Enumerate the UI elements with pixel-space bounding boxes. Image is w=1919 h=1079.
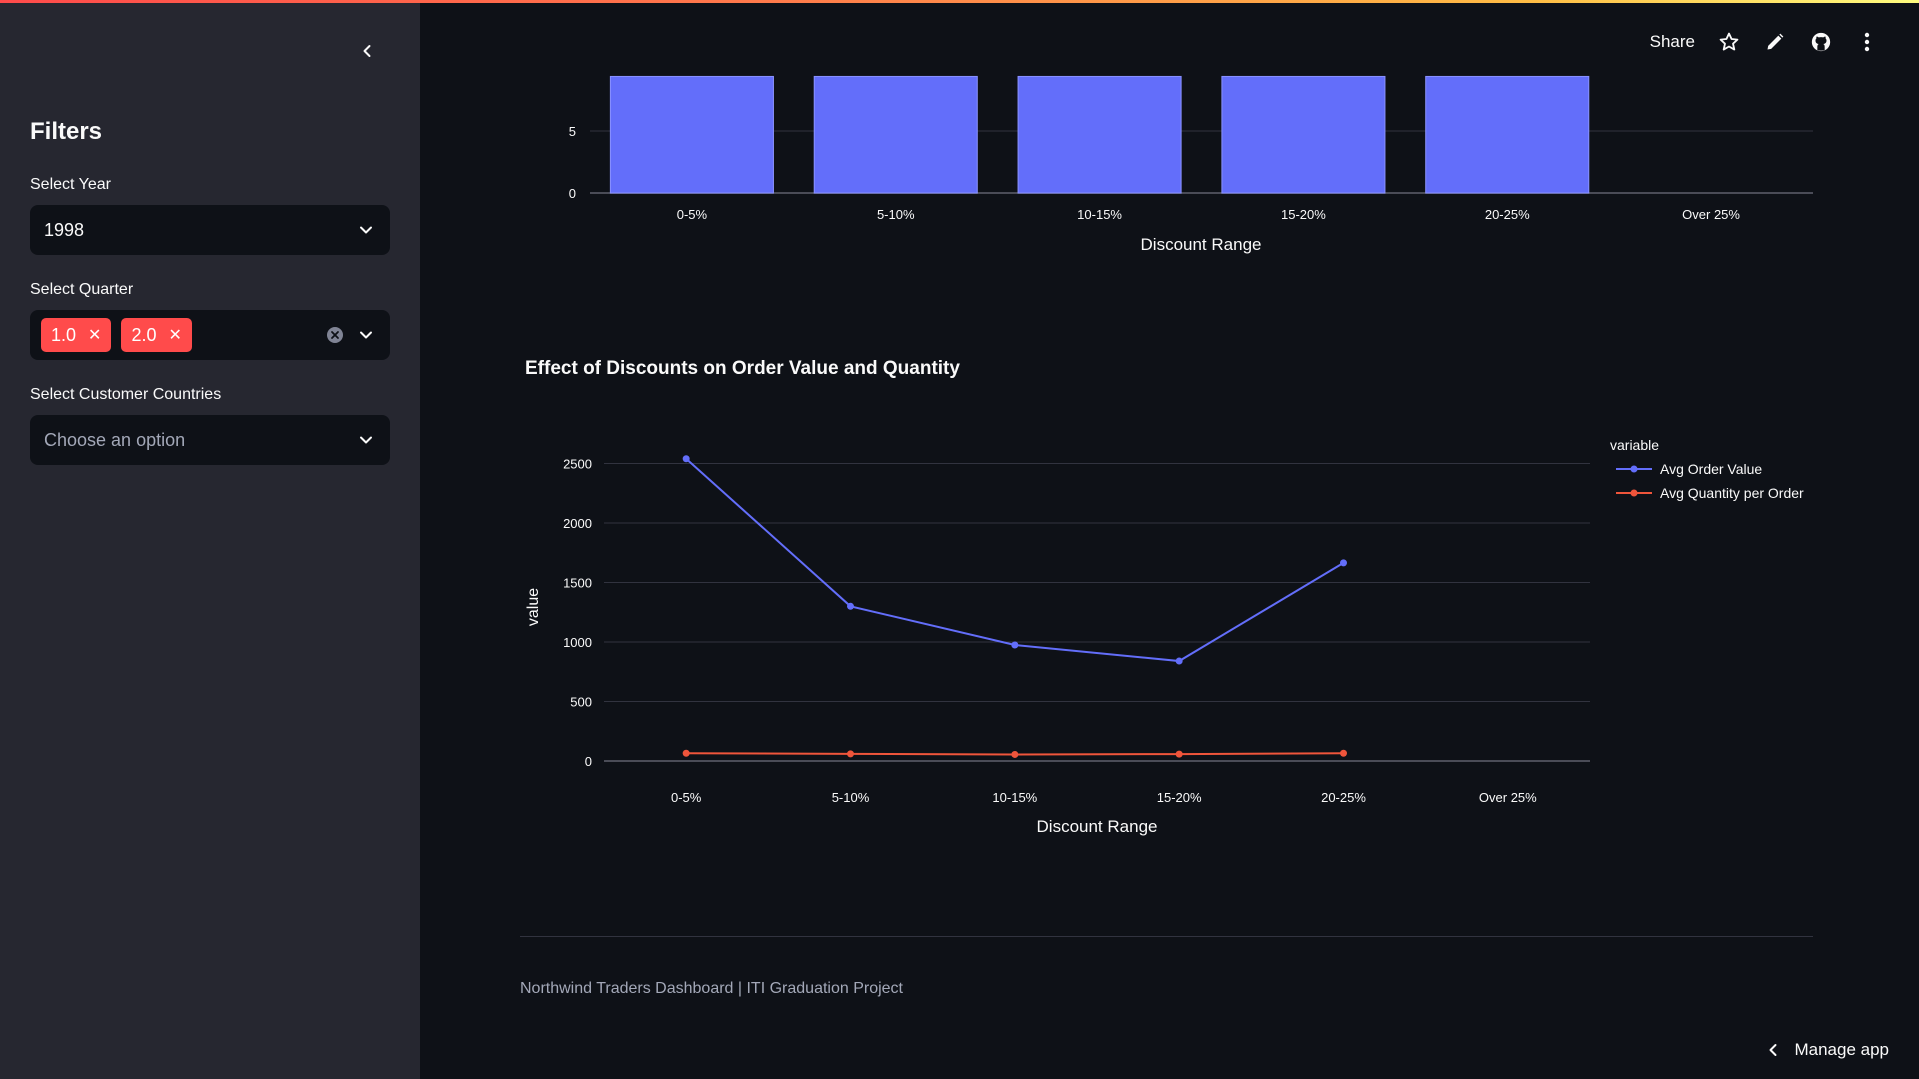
bar[interactable] xyxy=(609,75,774,194)
chevron-down-icon xyxy=(356,220,376,240)
remove-tag-icon[interactable]: ✕ xyxy=(88,325,101,345)
bar-chart: 0 5 0-5% 5-10% 10-15% 15-20% 20-25% Over 25% Di… xyxy=(569,75,1813,254)
bar[interactable] xyxy=(1221,75,1386,194)
line-xtick: 10-15% xyxy=(992,790,1037,805)
bar[interactable] xyxy=(1425,75,1590,194)
bar-xtick: 20-25% xyxy=(1485,207,1530,222)
line-xtick: 0-5% xyxy=(671,790,702,805)
countries-placeholder: Choose an option xyxy=(44,429,186,450)
series-line xyxy=(685,457,1345,663)
year-select[interactable]: 1998 xyxy=(30,205,390,255)
bar[interactable] xyxy=(813,75,978,194)
bar-xtick: Over 25% xyxy=(1682,207,1740,222)
share-button[interactable]: Share xyxy=(1650,32,1695,52)
chevron-down-icon xyxy=(356,430,376,450)
line-ytick: 1000 xyxy=(563,635,592,650)
github-icon[interactable] xyxy=(1809,30,1833,54)
quarter-label: Select Quarter xyxy=(30,281,134,298)
legend-swatch-point xyxy=(1630,489,1638,497)
bar-xtick: 15-20% xyxy=(1281,207,1326,222)
line-xtick: 20-25% xyxy=(1321,790,1366,805)
countries-select[interactable]: Choose an option xyxy=(30,415,390,465)
footer-text: Northwind Traders Dashboard | ITI Gradua… xyxy=(520,980,903,997)
manage-app-button[interactable]: Manage app xyxy=(1766,1040,1889,1060)
chart-legend: variable Avg Order Value Avg Quantity per… xyxy=(1610,437,1804,501)
legend-swatch-point xyxy=(1630,465,1638,473)
quarter-tag-label: 2.0 xyxy=(131,324,157,345)
line-chart-ylabel: value xyxy=(525,588,542,626)
line-chart-xlabel: Discount Range xyxy=(1037,817,1158,836)
bar-ytick: 0 xyxy=(569,186,576,201)
countries-label: Select Customer Countries xyxy=(30,386,222,403)
line-xtick: 15-20% xyxy=(1157,790,1202,805)
bar-xtick: 5-10% xyxy=(877,207,915,222)
line-ytick: 1500 xyxy=(563,576,592,591)
line-xtick: 5-10% xyxy=(832,790,870,805)
bar[interactable] xyxy=(1017,75,1182,194)
series-point[interactable] xyxy=(1011,750,1019,758)
year-label: Select Year xyxy=(30,176,111,193)
footer-divider xyxy=(520,936,1813,937)
legend-item[interactable]: Avg Order Value xyxy=(1660,461,1762,477)
legend-title: variable xyxy=(1610,437,1659,453)
line-chart: 0 500 1000 1500 2000 2500 0-5% 5-10% 10-15% 15-20… xyxy=(525,437,1804,836)
legend-item[interactable]: Avg Quantity per Order xyxy=(1660,485,1804,501)
bar-chart-xlabel: Discount Range xyxy=(1141,235,1262,254)
quarter-multiselect[interactable]: 1.0 ✕ 2.0 ✕ xyxy=(30,310,390,360)
line-ytick: 0 xyxy=(585,754,592,769)
collapse-sidebar-button[interactable] xyxy=(352,36,382,66)
chevron-left-icon xyxy=(1769,1044,1777,1056)
pencil-icon[interactable] xyxy=(1763,30,1787,54)
line-chart-title: Effect of Discounts on Order Value and Q… xyxy=(525,358,960,379)
series-point[interactable] xyxy=(1340,749,1347,757)
top-decoration-bar xyxy=(0,0,1919,3)
filters-title: Filters xyxy=(30,118,103,145)
clear-all-icon[interactable] xyxy=(326,326,344,344)
line-ytick: 2000 xyxy=(563,516,592,531)
quarter-tag: 2.0 ✕ xyxy=(121,318,192,352)
chevron-down-icon xyxy=(356,325,376,345)
manage-app-label: Manage app xyxy=(1794,1040,1889,1059)
line-ytick: 500 xyxy=(570,695,592,710)
series-point[interactable] xyxy=(1011,641,1019,649)
chevron-left-icon xyxy=(363,45,371,57)
series-point[interactable] xyxy=(847,602,854,610)
series-point[interactable] xyxy=(1175,657,1183,665)
quarter-tag-label: 1.0 xyxy=(51,324,77,345)
series-point[interactable] xyxy=(682,455,690,463)
line-xtick: Over 25% xyxy=(1479,790,1537,805)
sidebar: Filters Select Year 1998 Select Quarter … xyxy=(0,0,420,1079)
more-vertical-icon[interactable] xyxy=(1855,30,1879,54)
header-actions: Share xyxy=(1650,30,1879,54)
series-point[interactable] xyxy=(682,749,690,757)
bar-ytick: 5 xyxy=(569,124,576,139)
bar-xtick: 0-5% xyxy=(677,207,708,222)
series-point[interactable] xyxy=(1175,750,1183,758)
remove-tag-icon[interactable]: ✕ xyxy=(168,325,181,345)
bar-xtick: 10-15% xyxy=(1077,207,1122,222)
quarter-tag: 1.0 ✕ xyxy=(41,318,112,352)
series-point[interactable] xyxy=(1340,559,1347,567)
line-ytick: 2500 xyxy=(563,457,592,472)
year-value: 1998 xyxy=(44,219,85,240)
series-point[interactable] xyxy=(847,750,854,758)
star-icon[interactable] xyxy=(1717,30,1741,54)
